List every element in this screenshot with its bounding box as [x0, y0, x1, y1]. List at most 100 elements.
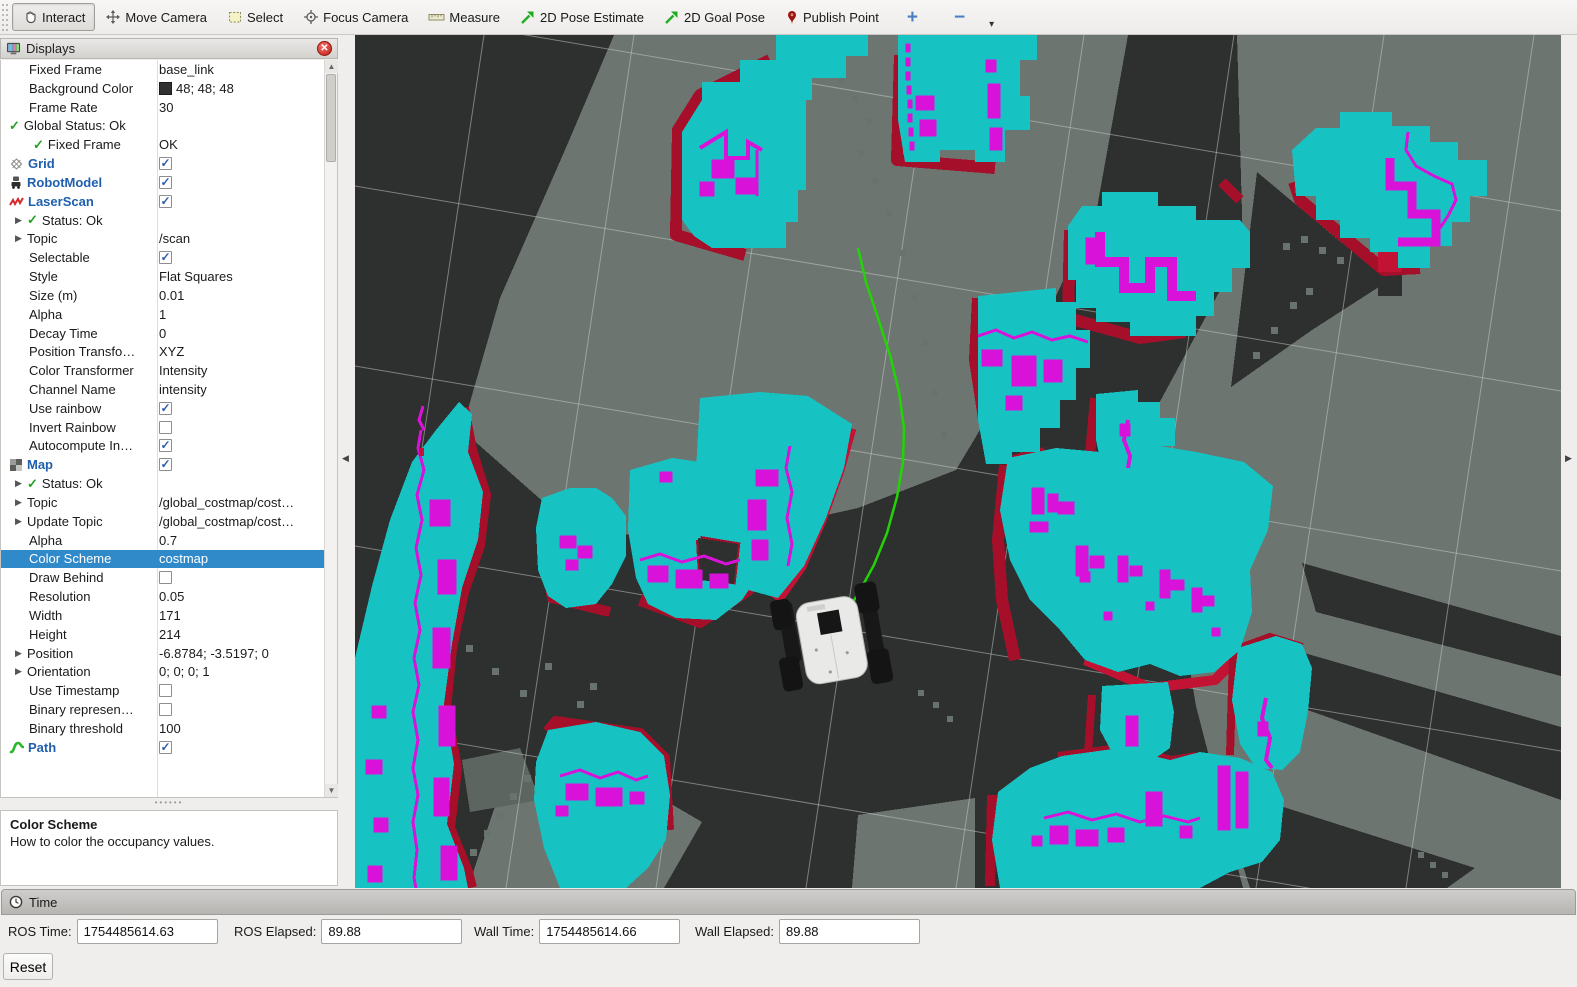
checkbox[interactable]: [159, 421, 172, 434]
panel-splitter-handle[interactable]: ••••••: [0, 799, 338, 809]
wall-time-input[interactable]: [539, 919, 680, 944]
property-value[interactable]: base_link: [159, 62, 214, 77]
tree-row-invert-rainbow[interactable]: Invert Rainbow: [1, 418, 337, 437]
property-value[interactable]: Flat Squares: [159, 269, 233, 284]
tree-row-binary-threshold[interactable]: Binary threshold100: [1, 719, 337, 738]
displays-panel-header[interactable]: Displays ✕: [0, 38, 338, 59]
tool-move-camera[interactable]: Move Camera: [95, 3, 217, 31]
property-value[interactable]: 171: [159, 608, 181, 623]
tree-row-style[interactable]: StyleFlat Squares: [1, 267, 337, 286]
property-value[interactable]: Intensity: [159, 363, 207, 378]
tree-row-update-topic[interactable]: ▶Update Topic/global_costmap/cost…: [1, 512, 337, 531]
property-value[interactable]: 1: [159, 307, 166, 322]
checkbox[interactable]: ✓: [159, 251, 172, 264]
render-view[interactable]: [355, 35, 1561, 888]
tree-row-channel-name[interactable]: Channel Nameintensity: [1, 380, 337, 399]
tree-row-selectable[interactable]: Selectable✓: [1, 248, 337, 267]
expand-arrow-icon[interactable]: ▶: [15, 233, 23, 244]
tree-row-alpha[interactable]: Alpha0.7: [1, 531, 337, 550]
time-panel-header[interactable]: Time: [1, 889, 1576, 915]
tree-row-color-transformer[interactable]: Color TransformerIntensity: [1, 361, 337, 380]
tree-row-global-status-ok[interactable]: ✓Global Status: Ok: [1, 116, 337, 135]
scrollbar-thumb[interactable]: [326, 74, 336, 162]
property-value[interactable]: /scan: [159, 231, 190, 246]
property-value[interactable]: /global_costmap/cost…: [159, 495, 294, 510]
color-swatch[interactable]: [159, 82, 172, 95]
ros-time-input[interactable]: [77, 919, 218, 944]
tool-[interactable]: +: [897, 3, 928, 31]
checkbox[interactable]: [159, 684, 172, 697]
collapse-right-icon[interactable]: ▶: [1565, 453, 1572, 464]
tree-row-fixed-frame[interactable]: Fixed Framebase_link: [1, 60, 337, 79]
property-value[interactable]: 214: [159, 627, 181, 642]
scroll-up-icon[interactable]: ▲: [325, 60, 338, 73]
expand-arrow-icon[interactable]: ▶: [15, 497, 23, 508]
property-value[interactable]: 0.7: [159, 533, 177, 548]
tool-measure[interactable]: Measure: [418, 3, 510, 31]
property-value[interactable]: XYZ: [159, 344, 184, 359]
tree-row-frame-rate[interactable]: Frame Rate30: [1, 98, 337, 117]
tree-row-height[interactable]: Height214: [1, 625, 337, 644]
close-icon[interactable]: ✕: [317, 41, 332, 56]
tree-row-alpha[interactable]: Alpha1: [1, 305, 337, 324]
tree-row-robotmodel[interactable]: RobotModel✓: [1, 173, 337, 192]
checkbox[interactable]: ✓: [159, 458, 172, 471]
toolbar-overflow-icon[interactable]: ▾: [989, 19, 994, 30]
tool-2d-pose-estimate[interactable]: 2D Pose Estimate: [510, 3, 654, 31]
tree-row-topic[interactable]: ▶Topic/scan: [1, 229, 337, 248]
expand-arrow-icon[interactable]: ▶: [15, 215, 23, 226]
property-value[interactable]: intensity: [159, 382, 207, 397]
checkbox[interactable]: ✓: [159, 157, 172, 170]
property-value[interactable]: 30: [159, 100, 173, 115]
scroll-down-icon[interactable]: ▼: [325, 784, 338, 797]
tree-row-status-ok[interactable]: ▶✓Status: Ok: [1, 474, 337, 493]
property-value[interactable]: 0.05: [159, 589, 184, 604]
tree-row-background-color[interactable]: Background Color48; 48; 48: [1, 79, 337, 98]
tree-row-fixed-frame[interactable]: ✓Fixed FrameOK: [1, 135, 337, 154]
tree-row-position-transfo[interactable]: Position Transfo…XYZ: [1, 342, 337, 361]
expand-arrow-icon[interactable]: ▶: [15, 516, 23, 527]
checkbox[interactable]: ✓: [159, 195, 172, 208]
property-value[interactable]: 0.01: [159, 288, 184, 303]
tree-row-draw-behind[interactable]: Draw Behind: [1, 568, 337, 587]
wall-elapsed-input[interactable]: [779, 919, 920, 944]
left-dock-splitter[interactable]: ◀: [338, 35, 355, 888]
checkbox[interactable]: [159, 703, 172, 716]
tree-row-position[interactable]: ▶Position-6.8784; -3.5197; 0: [1, 644, 337, 663]
tree-row-laserscan[interactable]: LaserScan✓: [1, 192, 337, 211]
tree-row-size-m[interactable]: Size (m)0.01: [1, 286, 337, 305]
tree-row-autocompute-in[interactable]: Autocompute In…✓: [1, 437, 337, 456]
tool-select[interactable]: Select: [217, 3, 293, 31]
tree-row-grid[interactable]: Grid✓: [1, 154, 337, 173]
tree-row-binary-represen[interactable]: Binary represen…: [1, 700, 337, 719]
checkbox[interactable]: ✓: [159, 176, 172, 189]
tool-2d-goal-pose[interactable]: 2D Goal Pose: [654, 3, 775, 31]
expand-arrow-icon[interactable]: ▶: [15, 666, 23, 677]
property-value[interactable]: 48; 48; 48: [176, 81, 234, 96]
property-value[interactable]: 0; 0; 0; 1: [159, 664, 210, 679]
tree-row-width[interactable]: Width171: [1, 606, 337, 625]
expand-arrow-icon[interactable]: ▶: [15, 478, 23, 489]
property-value[interactable]: -6.8784; -3.5197; 0: [159, 646, 269, 661]
toolbar-grip-handle[interactable]: [2, 4, 9, 31]
tree-row-use-rainbow[interactable]: Use rainbow✓: [1, 399, 337, 418]
collapse-left-icon[interactable]: ◀: [342, 453, 349, 464]
tree-row-resolution[interactable]: Resolution0.05: [1, 587, 337, 606]
tool-publish-point[interactable]: Publish Point: [775, 3, 889, 31]
tree-row-decay-time[interactable]: Decay Time0: [1, 324, 337, 343]
expand-arrow-icon[interactable]: ▶: [15, 648, 23, 659]
property-value[interactable]: 0: [159, 326, 166, 341]
tool-focus-camera[interactable]: Focus Camera: [293, 3, 418, 31]
property-value[interactable]: OK: [159, 137, 178, 152]
checkbox[interactable]: ✓: [159, 439, 172, 452]
property-value[interactable]: costmap: [159, 551, 208, 566]
checkbox[interactable]: ✓: [159, 741, 172, 754]
reset-button[interactable]: Reset: [3, 953, 53, 980]
right-dock-splitter[interactable]: ▶: [1561, 35, 1577, 888]
tree-row-use-timestamp[interactable]: Use Timestamp: [1, 681, 337, 700]
checkbox[interactable]: ✓: [159, 402, 172, 415]
checkbox[interactable]: [159, 571, 172, 584]
tree-scrollbar[interactable]: ▲ ▼: [324, 60, 337, 797]
tree-row-path[interactable]: Path✓: [1, 738, 337, 757]
tree-row-status-ok[interactable]: ▶✓Status: Ok: [1, 211, 337, 230]
